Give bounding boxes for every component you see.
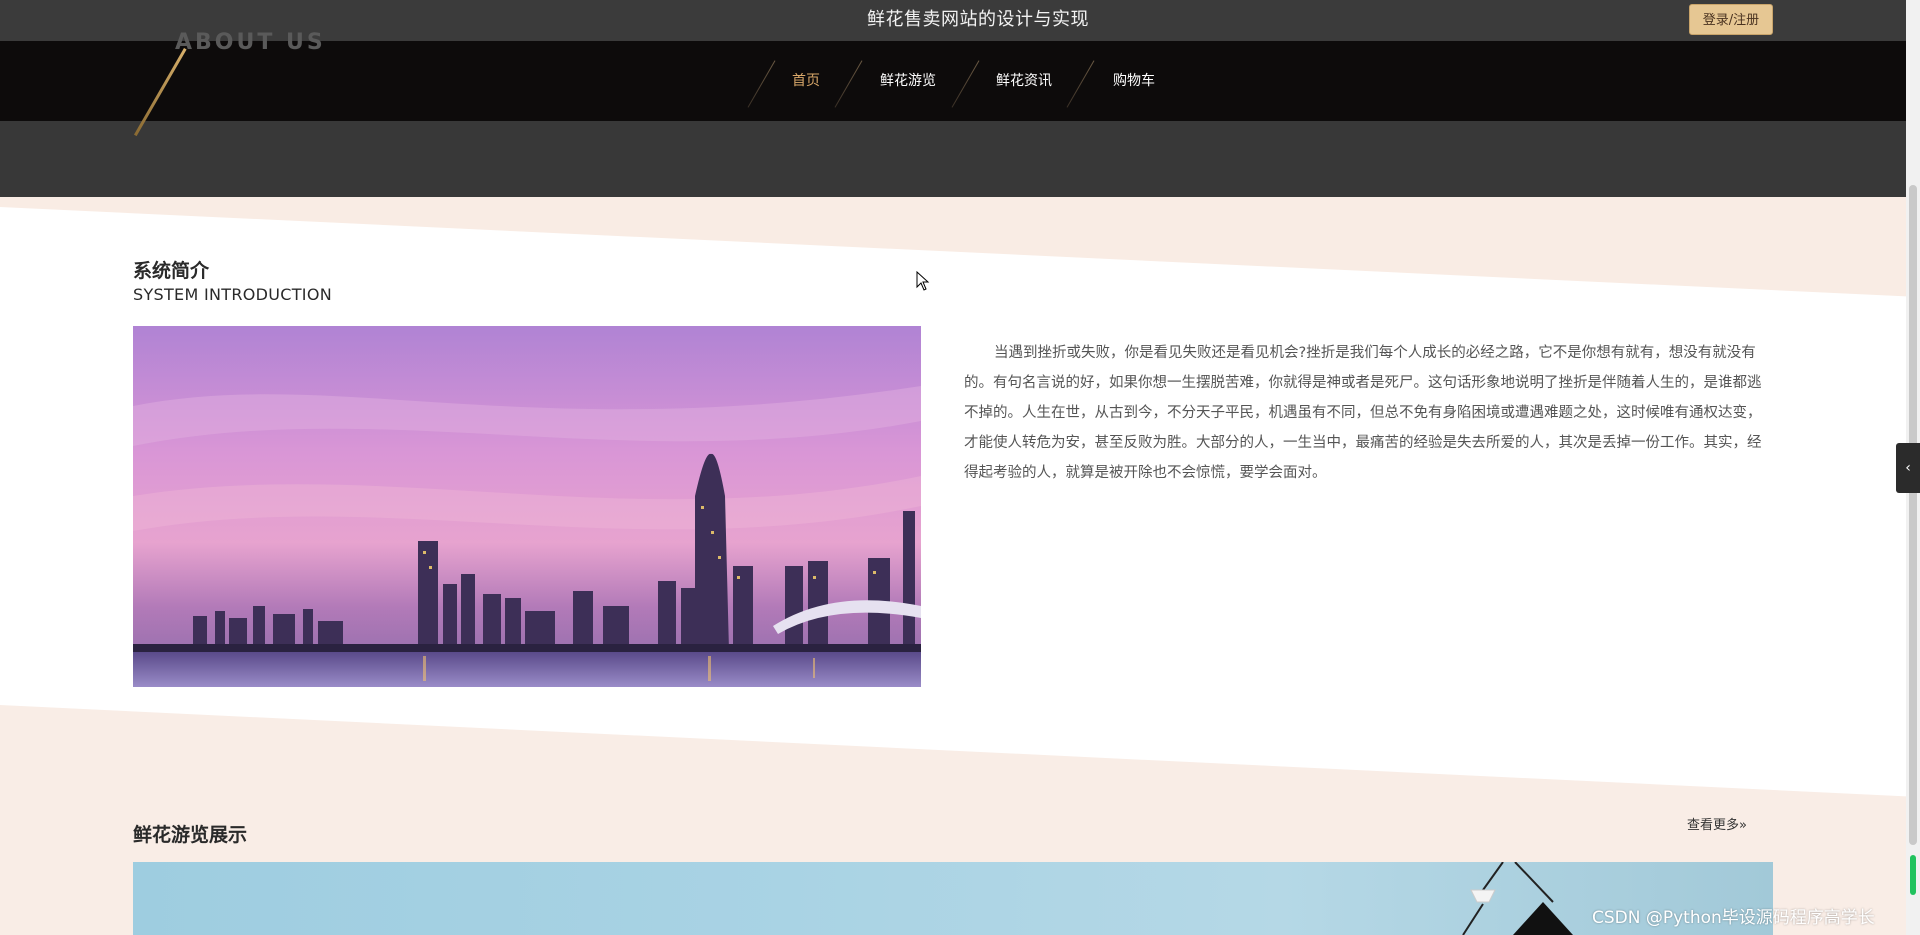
mouse-cursor-icon (916, 271, 930, 291)
banner-ghost-text: ABOUT US (175, 30, 326, 55)
decor-band-top (0, 197, 1920, 297)
nav-item-flower-browse[interactable]: 鲜花游览 (868, 41, 948, 121)
scrollbar-indicator (1910, 855, 1916, 895)
chevron-left-icon: ‹ (1905, 460, 1911, 476)
flower-section-title: 鲜花游览展示 (133, 824, 248, 846)
intro-subtitle: SYSTEM INTRODUCTION (133, 285, 332, 304)
nav-separator (747, 60, 776, 108)
scrollbar-thumb[interactable] (1909, 185, 1917, 845)
intro-title: 系统简介 (133, 260, 210, 282)
city-skyline-illustration (133, 326, 921, 687)
page: 鲜花售卖网站的设计与实现 登录/注册 首页 鲜花游览 鲜花资讯 购物车 ABOU… (0, 0, 1920, 935)
intro-city-image (133, 326, 921, 687)
banner-dark-area (0, 121, 1920, 197)
login-register-button[interactable]: 登录/注册 (1689, 4, 1773, 35)
side-panel-toggle[interactable]: ‹ (1896, 443, 1920, 493)
nav-item-cart[interactable]: 购物车 (1099, 41, 1169, 121)
pendant-lamp-illustration (1462, 862, 1573, 935)
csdn-watermark: CSDN @Python毕设源码程序高学长 (1592, 908, 1875, 928)
nav-separator (834, 60, 863, 108)
intro-paragraph: 当遇到挫折或失败，你是看见失败还是看见机会?挫折是我们每个人成长的必经之路，它不… (964, 345, 1762, 481)
flower-banner-image (133, 862, 1773, 935)
view-more-label: 查看更多 (1687, 818, 1740, 833)
nav-item-flower-news[interactable]: 鲜花资讯 (984, 41, 1064, 121)
nav-separator (1066, 60, 1095, 108)
double-chevron-right-icon: » (1739, 818, 1747, 833)
view-more-link[interactable]: 查看更多» (1687, 814, 1747, 833)
nav-separator (951, 60, 980, 108)
nav-item-home[interactable]: 首页 (776, 41, 836, 121)
